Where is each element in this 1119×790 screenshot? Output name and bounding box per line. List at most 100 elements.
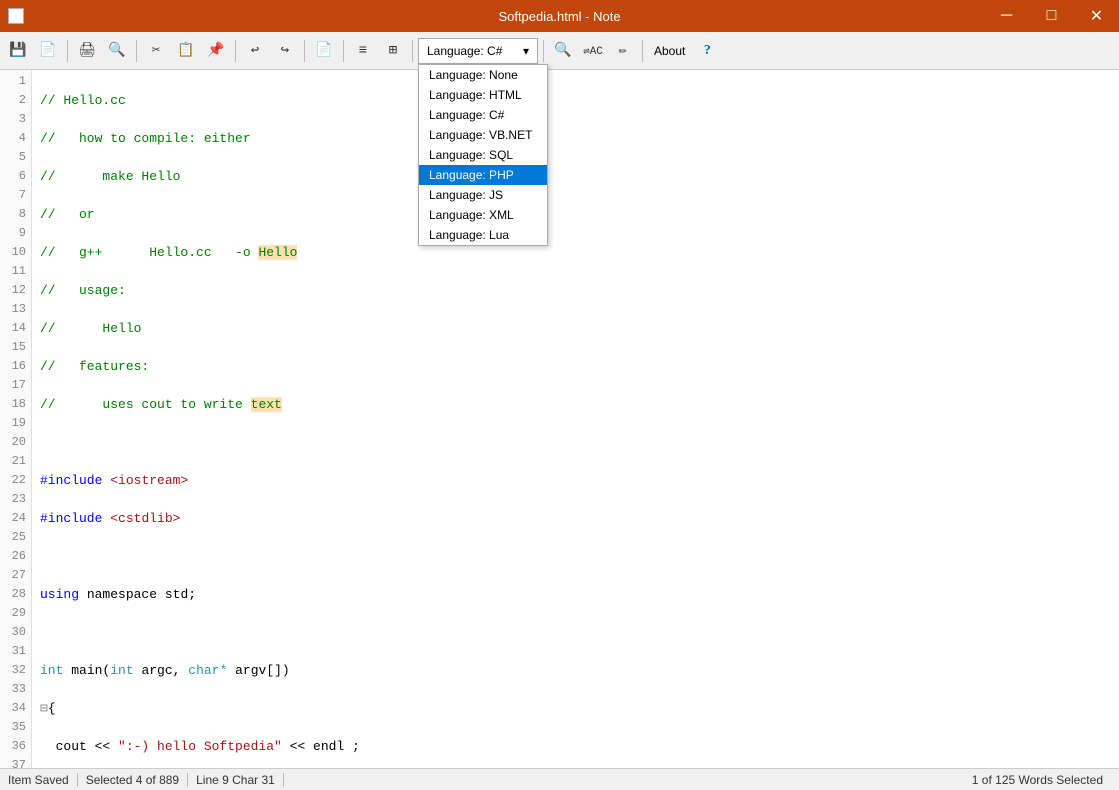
line-15	[40, 623, 1111, 642]
line-18: cout << ":-) hello Softpedia" << endl ;	[40, 737, 1111, 756]
line-num-19: 19	[0, 414, 31, 433]
close-button[interactable]: ✕	[1074, 0, 1119, 32]
lang-html[interactable]: Language: HTML	[419, 85, 547, 105]
help-button[interactable]: ?	[693, 37, 721, 65]
lang-xml[interactable]: Language: XML	[419, 205, 547, 225]
sep5	[343, 40, 344, 62]
line-num-13: 13	[0, 300, 31, 319]
line-num-27: 27	[0, 566, 31, 585]
search-button[interactable]: 🔍	[549, 37, 577, 65]
line-num-8: 8	[0, 205, 31, 224]
line-5: // g++ Hello.cc -o Hello	[40, 243, 1111, 262]
line-2: // how to compile: either	[40, 129, 1111, 148]
redo-button[interactable]: ↪	[271, 37, 299, 65]
line-num-25: 25	[0, 528, 31, 547]
list-button[interactable]: ≡	[349, 37, 377, 65]
line-num-4: 4	[0, 129, 31, 148]
line-13	[40, 547, 1111, 566]
about-button[interactable]: About	[648, 41, 691, 61]
lang-js[interactable]: Language: JS	[419, 185, 547, 205]
line-12: #include <cstdlib>	[40, 509, 1111, 528]
line-num-36: 36	[0, 737, 31, 756]
line-num-10: 10	[0, 243, 31, 262]
list2-button[interactable]: ⊞	[379, 37, 407, 65]
cut-button[interactable]: ✂	[142, 37, 170, 65]
line-num-3: 3	[0, 110, 31, 129]
line-11: #include <iostream>	[40, 471, 1111, 490]
sep2	[136, 40, 137, 62]
line-numbers: 1 2 3 4 5 6 7 8 9 10 11 12 13 14 15 16 1…	[0, 70, 32, 768]
status-selected: Selected 4 of 889	[78, 773, 188, 787]
lang-vbnet[interactable]: Language: VB.NET	[419, 125, 547, 145]
line-num-9: 9	[0, 224, 31, 243]
language-menu: Language: None Language: HTML Language: …	[418, 64, 548, 246]
line-num-7: 7	[0, 186, 31, 205]
line-3: // make Hello	[40, 167, 1111, 186]
sep4	[304, 40, 305, 62]
line-num-28: 28	[0, 585, 31, 604]
window-controls: ─ □ ✕	[984, 0, 1119, 32]
save-as-button[interactable]: 📄	[34, 37, 62, 65]
line-num-30: 30	[0, 623, 31, 642]
line-num-26: 26	[0, 547, 31, 566]
code-editor[interactable]: // Hello.cc // how to compile: either //…	[32, 70, 1119, 768]
about-label: About	[654, 44, 685, 58]
lang-php[interactable]: Language: PHP	[419, 165, 547, 185]
line-num-16: 16	[0, 357, 31, 376]
line-num-24: 24	[0, 509, 31, 528]
language-select-button[interactable]: Language: C# ▾	[418, 38, 538, 64]
replace-button[interactable]: ⇌AC	[579, 37, 607, 65]
sep1	[67, 40, 68, 62]
status-left: Item Saved Selected 4 of 889 Line 9 Char…	[8, 773, 284, 787]
minimize-button[interactable]: ─	[984, 0, 1029, 32]
language-current-label: Language: C#	[427, 44, 502, 58]
line-num-15: 15	[0, 338, 31, 357]
line-14: using namespace std;	[40, 585, 1111, 604]
line-num-23: 23	[0, 490, 31, 509]
line-num-2: 2	[0, 91, 31, 110]
line-num-35: 35	[0, 718, 31, 737]
print-button[interactable]: 🖨	[73, 37, 101, 65]
sep7	[543, 40, 544, 62]
line-num-11: 11	[0, 262, 31, 281]
app-icon	[8, 8, 24, 24]
lang-csharp[interactable]: Language: C#	[419, 105, 547, 125]
line-1: // Hello.cc	[40, 91, 1111, 110]
save-button[interactable]: 💾	[4, 37, 32, 65]
undo-button[interactable]: ↩	[241, 37, 269, 65]
line-num-1: 1	[0, 72, 31, 91]
sep8	[642, 40, 643, 62]
sep6	[412, 40, 413, 62]
toolbar: 💾 📄 🖨 🔍 ✂ 📋 📌 ↩ ↪ 📄 ≡ ⊞ Language: C# ▾ L…	[0, 32, 1119, 70]
line-num-29: 29	[0, 604, 31, 623]
line-num-18: 18	[0, 395, 31, 414]
line-7: // Hello	[40, 319, 1111, 338]
paste-special-button[interactable]: 📄	[310, 37, 338, 65]
title-bar: Softpedia.html - Note ─ □ ✕	[0, 0, 1119, 32]
paste-button[interactable]: 📌	[202, 37, 230, 65]
print-preview-button[interactable]: 🔍	[103, 37, 131, 65]
line-num-12: 12	[0, 281, 31, 300]
dropdown-arrow-icon: ▾	[523, 44, 529, 58]
lang-none[interactable]: Language: None	[419, 65, 547, 85]
line-4: // or	[40, 205, 1111, 224]
line-10	[40, 433, 1111, 452]
line-8: // features:	[40, 357, 1111, 376]
status-bar: Item Saved Selected 4 of 889 Line 9 Char…	[0, 768, 1119, 790]
sep3	[235, 40, 236, 62]
line-num-17: 17	[0, 376, 31, 395]
maximize-button[interactable]: □	[1029, 0, 1074, 32]
line-num-6: 6	[0, 167, 31, 186]
line-num-37: 37	[0, 756, 31, 768]
window-title: Softpedia.html - Note	[498, 9, 620, 24]
line-num-21: 21	[0, 452, 31, 471]
editor-container: 1 2 3 4 5 6 7 8 9 10 11 12 13 14 15 16 1…	[0, 70, 1119, 768]
language-dropdown[interactable]: Language: C# ▾ Language: None Language: …	[418, 38, 538, 64]
line-num-33: 33	[0, 680, 31, 699]
line-num-20: 20	[0, 433, 31, 452]
lang-sql[interactable]: Language: SQL	[419, 145, 547, 165]
lang-lua[interactable]: Language: Lua	[419, 225, 547, 245]
copy-button[interactable]: 📋	[172, 37, 200, 65]
pen-button[interactable]: ✏	[609, 37, 637, 65]
status-position: Line 9 Char 31	[188, 773, 284, 787]
